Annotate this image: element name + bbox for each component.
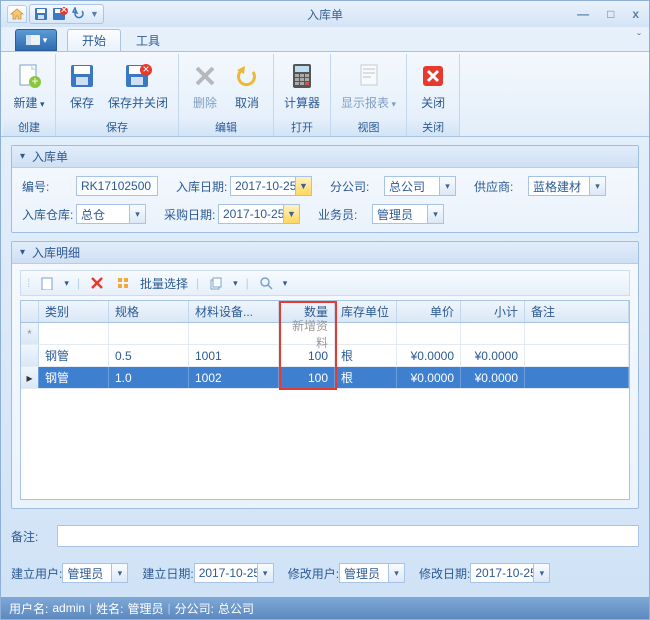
maximize-button[interactable]: □ xyxy=(603,7,618,21)
collapse-icon[interactable]: ▾ xyxy=(20,151,32,162)
col-spec[interactable]: 规格 xyxy=(109,301,189,322)
in-date-label: 入库日期: xyxy=(176,178,230,195)
detail-panel: ▾ 入库明细 ⁞ ▾ | 批量选择 | ▾ | ▾ xyxy=(11,241,639,509)
warehouse-label: 入库仓库: xyxy=(22,206,76,223)
ribbon-group-edit: 编辑 xyxy=(179,120,273,136)
new-row-button[interactable] xyxy=(36,273,58,293)
no-input[interactable] xyxy=(76,176,158,196)
titlebar: × ▼ 入库单 — □ x xyxy=(1,1,649,27)
report-icon xyxy=(353,60,385,92)
ribbon-collapse-icon[interactable]: ˇ xyxy=(637,31,641,45)
delete-row-button[interactable] xyxy=(86,273,108,293)
detail-toolbar: ⁞ ▾ | 批量选择 | ▾ | ▾ xyxy=(20,270,630,296)
app-menu-button[interactable]: ▾ xyxy=(15,29,57,51)
qat-undo-icon[interactable] xyxy=(72,7,86,21)
chevron-down-icon[interactable]: ▾ xyxy=(427,205,443,223)
close-button[interactable]: 关闭 xyxy=(413,56,453,118)
table-row[interactable]: 钢管 0.5 1001 100 根 ¥0.0000 ¥0.0000 xyxy=(21,345,629,367)
svg-text:×: × xyxy=(60,7,67,17)
delete-button[interactable]: 删除 xyxy=(185,56,225,118)
col-price[interactable]: 单价 xyxy=(397,301,461,322)
chevron-down-icon[interactable]: ▾ xyxy=(388,564,404,582)
no-label: 编号: xyxy=(22,178,76,195)
ribbon-group-save: 保存 xyxy=(56,120,178,136)
save-close-icon: × xyxy=(122,60,154,92)
svg-text:×: × xyxy=(142,62,149,76)
new-row[interactable]: * 新增资料 xyxy=(21,323,629,345)
calculator-icon xyxy=(286,60,318,92)
batch-icon[interactable] xyxy=(112,273,134,293)
collapse-icon[interactable]: ▾ xyxy=(20,247,32,258)
ribbon-group-create: 创建 xyxy=(3,120,55,136)
table-row[interactable]: ▸ 钢管 1.0 1002 100 根 ¥0.0000 ¥0.0000 xyxy=(21,367,629,389)
chevron-down-icon[interactable]: ▾ xyxy=(589,177,605,195)
supplier-label: 供应商: xyxy=(474,178,528,195)
chevron-down-icon[interactable]: ▾ xyxy=(111,564,127,582)
col-remark[interactable]: 备注 xyxy=(525,301,629,322)
col-subtotal[interactable]: 小计 xyxy=(461,301,525,322)
qat-dropdown-icon[interactable]: ▼ xyxy=(90,9,99,19)
ribbon-group-open: 打开 xyxy=(274,120,330,136)
chevron-down-icon[interactable]: ▾ xyxy=(281,278,290,289)
statusbar: 用户名: admin | 姓名: 管理员 | 分公司: 总公司 xyxy=(1,597,649,619)
clerk-label: 业务员: xyxy=(318,206,372,223)
create-user-label: 建立用户: xyxy=(11,565,62,582)
purchase-date-label: 采购日期: xyxy=(164,206,218,223)
save-button[interactable]: 保存 xyxy=(62,56,102,118)
ribbon-group-view: 视图 xyxy=(331,120,406,136)
chevron-down-icon[interactable]: ▾ xyxy=(62,278,71,289)
save-close-button[interactable]: × 保存并关闭 xyxy=(104,56,172,118)
branch-label: 分公司: xyxy=(330,178,384,195)
chevron-down-icon[interactable]: ▾ xyxy=(257,564,273,582)
col-material[interactable]: 材料设备... xyxy=(189,301,279,322)
modify-date-label: 修改日期: xyxy=(419,565,470,582)
form-panel: ▾ 入库单 编号: 入库日期: ▼ 分公司: ▾ 供应商: ▾ 入库仓库: ▾ xyxy=(11,145,639,233)
chevron-down-icon[interactable]: ▼ xyxy=(283,205,299,223)
chevron-down-icon[interactable]: ▾ xyxy=(533,564,549,582)
batch-select-button[interactable]: 批量选择 xyxy=(138,275,190,292)
tab-tools[interactable]: 工具 xyxy=(121,29,175,51)
row-indicator-header xyxy=(21,301,39,322)
ribbon: + 新建 ▾ 创建 保存 × 保存并关闭 保存 xyxy=(1,51,649,137)
modify-user-label: 修改用户: xyxy=(288,565,339,582)
save-icon xyxy=(66,60,98,92)
search-button[interactable] xyxy=(255,273,277,293)
show-report-button[interactable]: 显示报表 ▾ xyxy=(337,56,400,118)
ribbon-group-close: 关闭 xyxy=(407,120,459,136)
close-icon xyxy=(417,60,449,92)
svg-text:+: + xyxy=(31,74,38,88)
close-window-button[interactable]: x xyxy=(628,7,643,21)
calculator-button[interactable]: 计算器 xyxy=(280,56,324,118)
chevron-down-icon[interactable]: ▼ xyxy=(295,177,311,195)
remark-input[interactable] xyxy=(57,525,639,547)
quick-access-toolbar: × ▼ xyxy=(29,4,104,24)
cancel-button[interactable]: 取消 xyxy=(227,56,267,118)
tab-start[interactable]: 开始 xyxy=(67,29,121,51)
chevron-down-icon[interactable]: ▾ xyxy=(439,177,455,195)
detail-panel-title: 入库明细 xyxy=(32,244,80,261)
create-date-label: 建立日期: xyxy=(142,565,193,582)
col-category[interactable]: 类别 xyxy=(39,301,109,322)
detail-grid[interactable]: 类别 规格 材料设备... 数量 库存单位 单价 小计 备注 * 新增资料 xyxy=(20,300,630,500)
undo-icon xyxy=(231,60,263,92)
copy-button[interactable] xyxy=(205,273,227,293)
chevron-down-icon[interactable]: ▾ xyxy=(129,205,145,223)
minimize-button[interactable]: — xyxy=(573,7,593,21)
chevron-down-icon[interactable]: ▾ xyxy=(231,278,240,289)
app-home-icon[interactable] xyxy=(7,5,27,23)
qat-saveclose-icon[interactable]: × xyxy=(52,7,68,21)
delete-icon xyxy=(189,60,221,92)
form-panel-title: 入库单 xyxy=(32,148,68,165)
new-button[interactable]: + 新建 ▾ xyxy=(9,56,49,118)
col-unit[interactable]: 库存单位 xyxy=(335,301,397,322)
remark-label: 备注: xyxy=(11,528,51,545)
qat-save-icon[interactable] xyxy=(34,7,48,21)
new-icon: + xyxy=(13,60,45,92)
window-title: 入库单 xyxy=(307,6,343,23)
